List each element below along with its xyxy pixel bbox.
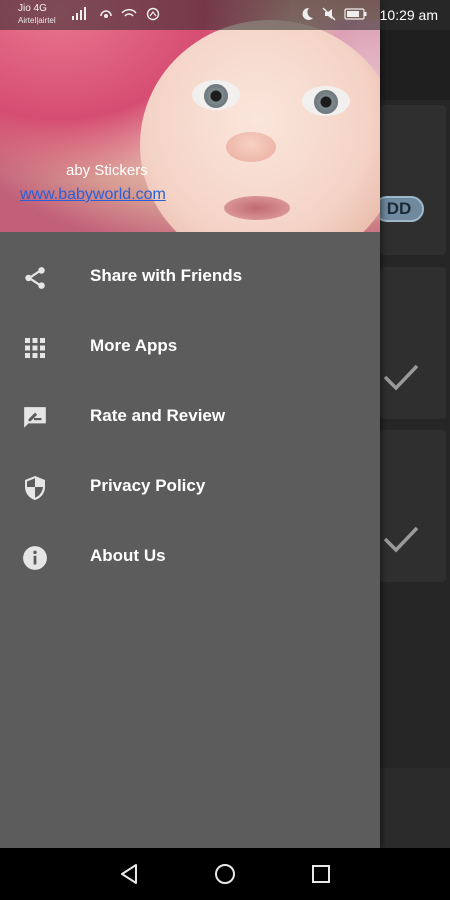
background-card bbox=[380, 430, 446, 582]
menu-item-label: More Apps bbox=[90, 336, 178, 355]
drawer-title: aby Stickers bbox=[66, 162, 148, 179]
menu-item-share[interactable]: Share with Friends bbox=[0, 242, 380, 312]
menu-item-label: Share with Friends bbox=[90, 266, 243, 285]
drawer-menu: Share with Friends More Apps Rate and Re… bbox=[0, 242, 380, 592]
battery-icon bbox=[344, 8, 367, 20]
carrier-label: Jio 4G bbox=[18, 3, 47, 14]
menu-item-label: Rate and Review bbox=[90, 406, 226, 425]
status-bar: Jio 4G Airtel|airtel 10:29 am bbox=[0, 0, 450, 30]
background-add-button: DD bbox=[374, 196, 424, 222]
header-image-mouth bbox=[224, 196, 290, 220]
check-icon bbox=[383, 526, 419, 553]
background-footer bbox=[380, 768, 450, 848]
menu-item-more-apps[interactable]: More Apps bbox=[0, 312, 380, 382]
menu-item-rate-review[interactable]: Rate and Review bbox=[0, 382, 380, 452]
menu-item-about-us[interactable]: About Us bbox=[0, 522, 380, 592]
background-card bbox=[380, 105, 446, 255]
carrier-sub-label: Airtel|airtel bbox=[18, 16, 56, 25]
rate-review-icon bbox=[22, 405, 48, 431]
hotspot-icon bbox=[100, 10, 112, 18]
header-image-nose bbox=[226, 132, 276, 162]
menu-item-label: About Us bbox=[90, 546, 166, 565]
website-link[interactable]: www.babyworld.com bbox=[20, 186, 166, 204]
nfc-icon bbox=[146, 7, 160, 21]
background-card bbox=[380, 267, 446, 419]
info-icon bbox=[22, 545, 48, 571]
check-icon bbox=[383, 364, 419, 391]
back-icon[interactable] bbox=[118, 862, 142, 886]
apps-grid-icon bbox=[22, 335, 48, 361]
mute-icon bbox=[322, 7, 336, 21]
share-icon bbox=[22, 265, 48, 291]
header-image-eye bbox=[302, 86, 350, 116]
navigation-drawer: aby Stickers www.babyworld.com Share wit… bbox=[0, 0, 380, 848]
drawer-header: aby Stickers www.babyworld.com bbox=[0, 0, 380, 232]
system-navigation-bar bbox=[0, 848, 450, 900]
recent-apps-icon[interactable] bbox=[309, 862, 333, 886]
header-image-eye bbox=[192, 80, 240, 110]
signal-icon bbox=[72, 7, 86, 20]
status-time: 10:29 am bbox=[379, 7, 438, 23]
moon-icon bbox=[302, 7, 313, 20]
menu-item-privacy-policy[interactable]: Privacy Policy bbox=[0, 452, 380, 522]
home-icon[interactable] bbox=[213, 862, 237, 886]
wifi-calling-icon bbox=[121, 8, 137, 17]
shield-icon bbox=[22, 475, 48, 501]
menu-item-label: Privacy Policy bbox=[90, 476, 206, 495]
